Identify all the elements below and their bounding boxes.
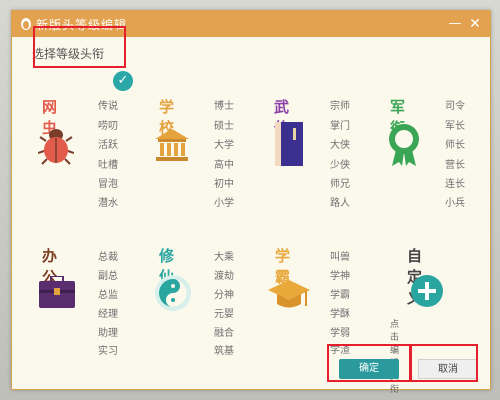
rank-option[interactable]: 师长 <box>445 136 465 151</box>
rank-option[interactable]: 活跃 <box>98 136 118 151</box>
briefcase-icon[interactable] <box>39 276 75 308</box>
rank-option[interactable]: 师兄 <box>330 175 350 190</box>
rank-option[interactable]: 初中 <box>214 175 234 190</box>
rank-option[interactable]: 学神 <box>330 267 350 282</box>
rank-option[interactable]: 学霸 <box>330 286 350 301</box>
rank-option[interactable]: 司令 <box>445 97 465 112</box>
rank-option[interactable]: 潜水 <box>98 194 118 209</box>
add-icon[interactable] <box>410 274 444 308</box>
rank-option[interactable]: 吐槽 <box>98 156 118 171</box>
rank-option[interactable]: 少侠 <box>330 156 350 171</box>
rank-option[interactable]: 博士 <box>214 97 234 112</box>
rank-option[interactable]: 筑基 <box>214 342 234 357</box>
rank-option[interactable]: 小学 <box>214 194 234 209</box>
rank-option[interactable]: 副总 <box>98 267 118 282</box>
rank-option[interactable]: 军长 <box>445 117 465 132</box>
rank-option[interactable]: 助理 <box>98 324 118 339</box>
selected-check-icon: ✓ <box>113 71 133 91</box>
rank-option[interactable]: 实习 <box>98 342 118 357</box>
rank-option[interactable]: 融合 <box>214 324 234 339</box>
rank-option[interactable]: 唠叨 <box>98 117 118 132</box>
annotation-box <box>327 344 411 382</box>
rank-option[interactable]: 连长 <box>445 175 465 190</box>
rank-option[interactable]: 宗师 <box>330 97 350 112</box>
graduation-cap-icon[interactable] <box>268 278 310 312</box>
rank-option[interactable]: 经理 <box>98 305 118 320</box>
rank-option[interactable]: 营长 <box>445 156 465 171</box>
rank-option[interactable]: 冒泡 <box>98 175 118 190</box>
annotation-box <box>410 344 478 382</box>
book-icon[interactable] <box>275 122 303 166</box>
rank-option[interactable]: 小兵 <box>445 194 465 209</box>
rank-option[interactable]: 分神 <box>214 286 234 301</box>
rank-option[interactable]: 学酥 <box>330 305 350 320</box>
bug-icon[interactable] <box>38 127 74 165</box>
rank-option[interactable]: 渡劫 <box>214 267 234 282</box>
rank-option[interactable]: 硕士 <box>214 117 234 132</box>
rank-option[interactable]: 总监 <box>98 286 118 301</box>
penguin-icon <box>21 18 31 30</box>
close-button[interactable]: ✕ <box>466 15 484 33</box>
rank-option[interactable]: 掌门 <box>330 117 350 132</box>
rank-option[interactable]: 传说 <box>98 97 118 112</box>
rank-option[interactable]: 大乘 <box>214 248 234 263</box>
rank-option[interactable]: 路人 <box>330 194 350 209</box>
annotation-box <box>33 26 126 68</box>
rank-option[interactable]: 大侠 <box>330 136 350 151</box>
rank-option[interactable]: 高中 <box>214 156 234 171</box>
rank-option[interactable]: 叫兽 <box>330 248 350 263</box>
rank-option[interactable]: 学弱 <box>330 324 350 339</box>
minimize-button[interactable]: — <box>446 15 464 33</box>
rank-option[interactable]: 元婴 <box>214 305 234 320</box>
rank-option[interactable]: 大学 <box>214 136 234 151</box>
medal-icon[interactable] <box>387 122 421 166</box>
rank-option[interactable]: 总裁 <box>98 248 118 263</box>
yin-yang-icon[interactable] <box>154 274 192 312</box>
school-building-icon[interactable] <box>153 127 191 163</box>
